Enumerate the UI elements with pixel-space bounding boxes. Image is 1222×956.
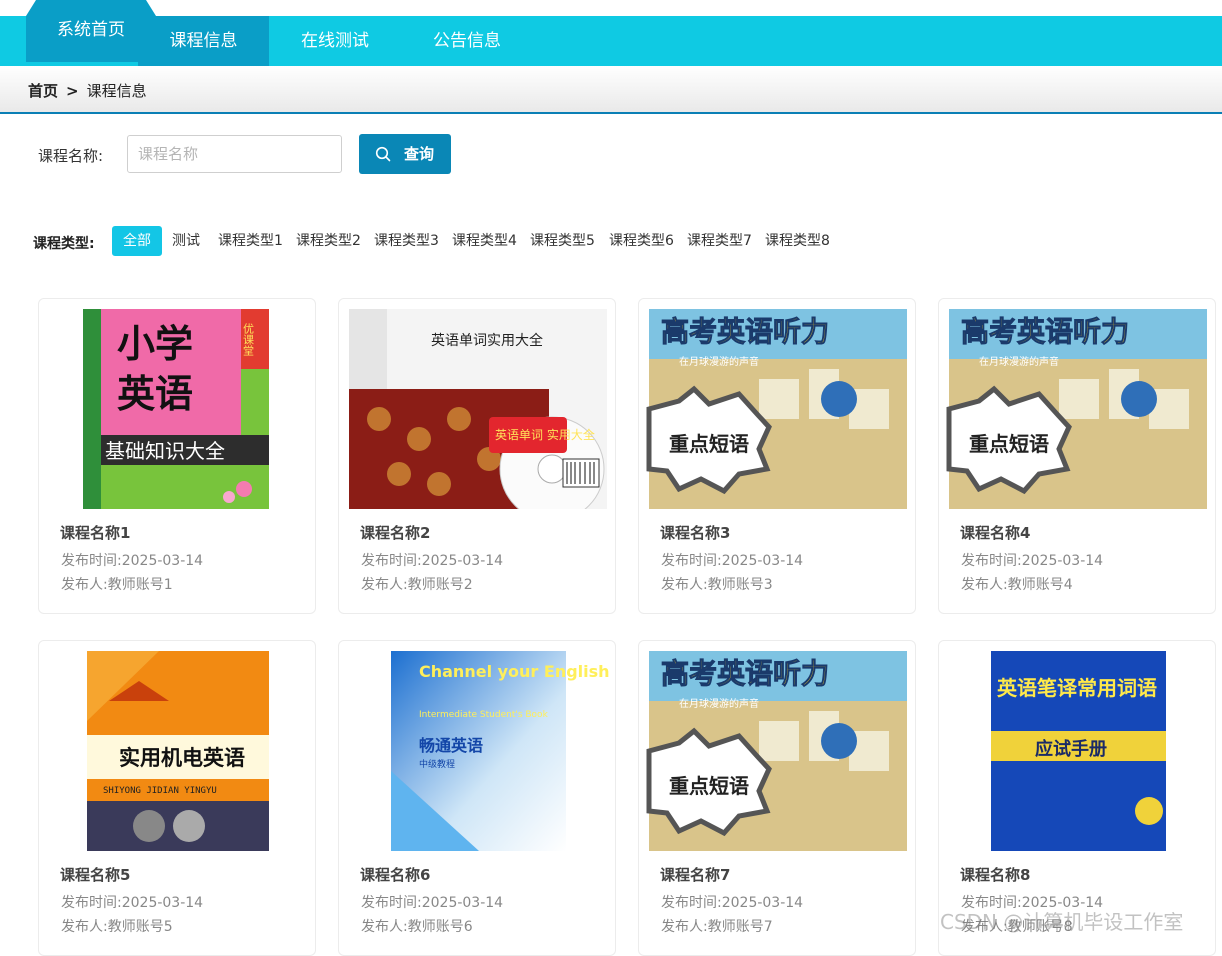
svg-text:Intermediate Student's Book: Intermediate Student's Book [419, 710, 549, 720]
type-filter-type6[interactable]: 课程类型6 [609, 226, 674, 256]
nav-home-tab[interactable]: 系统首页 [26, 0, 156, 62]
course-card[interactable]: 英语单词实用大全 英语单词 实用大全 课程名称2 发布时间:2025-03-14… [338, 298, 616, 614]
course-cover-image[interactable]: 英语单词实用大全 英语单词 实用大全 [339, 309, 615, 509]
search-button-label: 查询 [404, 145, 435, 163]
course-publisher: 发布人:教师账号3 [661, 577, 773, 593]
course-publish-time: 发布时间:2025-03-14 [361, 895, 504, 911]
type-filter-type5[interactable]: 课程类型5 [530, 226, 595, 256]
type-filter-type1[interactable]: 课程类型1 [218, 226, 283, 256]
svg-text:应试手册: 应试手册 [1035, 738, 1107, 760]
type-filter-test[interactable]: 测试 [172, 226, 200, 256]
course-card[interactable]: 高考英语听力 在月球漫游的声音 重点短语 课程名称7 发布时间:2025-03-… [638, 640, 916, 956]
course-cover-image[interactable]: 实用机电英语 SHIYONG JIDIAN YINGYU [39, 651, 315, 851]
svg-text:在月球漫游的声音: 在月球漫游的声音 [679, 697, 759, 710]
svg-text:英语: 英语 [117, 372, 193, 416]
course-title[interactable]: 课程名称8 [960, 864, 1030, 885]
svg-text:畅通英语: 畅通英语 [419, 736, 483, 755]
svg-text:英语单词实用大全: 英语单词实用大全 [431, 332, 543, 349]
watermark: CSDN @计算机毕设工作室 [940, 910, 1184, 934]
breadcrumb: 首页 > 课程信息 [28, 80, 147, 101]
breadcrumb-current: 课程信息 [86, 82, 147, 100]
course-cover-image[interactable]: 英语笔译常用词语 应试手册 [939, 651, 1215, 851]
nav-course-tab[interactable]: 课程信息 [138, 16, 269, 66]
course-card[interactable]: Channel your English Intermediate Studen… [338, 640, 616, 956]
course-publisher: 发布人:教师账号4 [961, 577, 1073, 593]
course-cover-image[interactable]: 高考英语听力 在月球漫游的声音 重点短语 [939, 309, 1215, 509]
course-cover-image[interactable]: 优课堂 小学 英语 基础知识大全 [39, 309, 315, 509]
course-card[interactable]: 实用机电英语 SHIYONG JIDIAN YINGYU 课程名称5 发布时间:… [38, 640, 316, 956]
svg-text:在月球漫游的声音: 在月球漫游的声音 [679, 355, 759, 368]
course-publisher: 发布人:教师账号6 [361, 919, 473, 935]
type-filter-type2[interactable]: 课程类型2 [296, 226, 361, 256]
nav-home-label: 系统首页 [57, 20, 125, 40]
course-publisher: 发布人:教师账号7 [661, 919, 773, 935]
svg-text:基础知识大全: 基础知识大全 [105, 439, 225, 463]
svg-text:中级教程: 中级教程 [419, 758, 455, 770]
svg-text:在月球漫游的声音: 在月球漫游的声音 [979, 355, 1059, 368]
search-icon [375, 146, 391, 162]
course-title[interactable]: 课程名称3 [660, 522, 730, 543]
course-publisher: 发布人:教师账号2 [361, 577, 473, 593]
course-title[interactable]: 课程名称6 [360, 864, 430, 885]
svg-text:高考英语听力: 高考英语听力 [961, 315, 1129, 348]
svg-text:高考英语听力: 高考英语听力 [661, 315, 829, 348]
type-filter-type7[interactable]: 课程类型7 [687, 226, 752, 256]
course-publisher: 发布人:教师账号5 [61, 919, 173, 935]
course-title[interactable]: 课程名称7 [660, 864, 730, 885]
course-title[interactable]: 课程名称5 [60, 864, 130, 885]
search-button[interactable]: 查询 [359, 134, 451, 174]
type-filter-all[interactable]: 全部 [112, 226, 162, 256]
course-title[interactable]: 课程名称4 [960, 522, 1030, 543]
course-publish-time: 发布时间:2025-03-14 [661, 553, 804, 569]
svg-text:英语笔译常用词语: 英语笔译常用词语 [997, 676, 1157, 700]
type-filter-label: 课程类型: [33, 236, 95, 252]
search-label: 课程名称: [38, 147, 104, 165]
svg-text:高考英语听力: 高考英语听力 [661, 657, 829, 690]
breadcrumb-bar: 首页 > 课程信息 [0, 66, 1222, 114]
breadcrumb-separator: > [66, 82, 79, 100]
svg-text:英语单词 实用大全: 英语单词 实用大全 [495, 427, 595, 442]
course-publisher: 发布人:教师账号1 [61, 577, 173, 593]
course-publish-time: 发布时间:2025-03-14 [961, 553, 1104, 569]
course-title[interactable]: 课程名称2 [360, 522, 430, 543]
breadcrumb-home-link[interactable]: 首页 [28, 82, 58, 100]
course-card[interactable]: 高考英语听力 在月球漫游的声音 重点短语 课程名称3 发布时间:2025-03-… [638, 298, 916, 614]
course-cover-image[interactable]: Channel your English Intermediate Studen… [339, 651, 615, 851]
course-cover-image[interactable]: 高考英语听力 在月球漫游的声音 重点短语 [639, 309, 915, 509]
type-filter-type8[interactable]: 课程类型8 [765, 226, 830, 256]
top-nav: 系统首页 课程信息 在线测试 公告信息 [0, 0, 1222, 66]
course-publish-time: 发布时间:2025-03-14 [661, 895, 804, 911]
type-filter-type3[interactable]: 课程类型3 [374, 226, 439, 256]
search-input[interactable] [127, 135, 342, 173]
course-cover-image[interactable]: 高考英语听力 在月球漫游的声音 重点短语 [639, 651, 915, 851]
svg-text:SHIYONG JIDIAN YINGYU: SHIYONG JIDIAN YINGYU [103, 786, 217, 796]
svg-text:实用机电英语: 实用机电英语 [119, 746, 245, 770]
course-card[interactable]: 高考英语听力 在月球漫游的声音 重点短语 课程名称4 发布时间:2025-03-… [938, 298, 1216, 614]
course-title[interactable]: 课程名称1 [60, 522, 130, 543]
svg-text:优课堂: 优课堂 [242, 323, 255, 356]
svg-text:重点短语: 重点短语 [669, 774, 749, 798]
nav-notice-tab[interactable]: 公告信息 [402, 16, 532, 66]
course-publish-time: 发布时间:2025-03-14 [361, 553, 504, 569]
course-publish-time: 发布时间:2025-03-14 [61, 553, 204, 569]
svg-text:重点短语: 重点短语 [969, 432, 1049, 456]
course-card[interactable]: 优课堂 小学 英语 基础知识大全 课程名称1 发布时间:2025-03-14 发… [38, 298, 316, 614]
nav-test-tab[interactable]: 在线测试 [270, 16, 400, 66]
svg-text:小学: 小学 [117, 322, 193, 366]
svg-text:重点短语: 重点短语 [669, 432, 749, 456]
course-publish-time: 发布时间:2025-03-14 [61, 895, 204, 911]
type-filter-type4[interactable]: 课程类型4 [452, 226, 517, 256]
svg-text:Channel your English: Channel your English [419, 662, 610, 681]
